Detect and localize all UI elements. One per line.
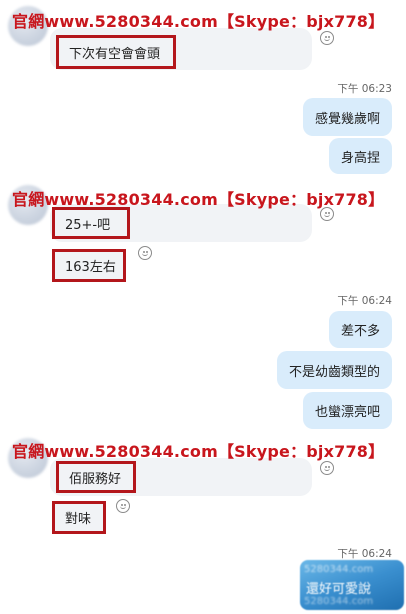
ghost-text: 5280344.com [304, 564, 374, 575]
smile-icon[interactable] [320, 31, 334, 45]
outgoing-message-blurred[interactable]: 5280344.com 還好可愛說 5280344.com [300, 560, 404, 610]
timestamp: 下午 06:24 [337, 548, 392, 560]
outgoing-message-text: 還好可愛說 [306, 582, 372, 597]
timestamp: 下午 06:23 [337, 83, 392, 95]
ghost-text: 5280344.com [304, 596, 374, 607]
smile-icon[interactable] [320, 461, 334, 475]
incoming-message[interactable]: 163左右 [52, 249, 126, 282]
watermark-text: 官網www.5280344.com【Skype：bjx778】 [12, 190, 385, 209]
incoming-message[interactable]: 25+-吧 [52, 207, 130, 239]
outgoing-message[interactable]: 不是幼齒類型的 [276, 351, 392, 389]
outgoing-message[interactable]: 身高捏 [328, 138, 392, 174]
smile-icon[interactable] [138, 246, 152, 260]
incoming-message[interactable]: 對味 [52, 501, 106, 534]
incoming-message[interactable]: 佰服務好 [56, 461, 136, 493]
outgoing-message[interactable]: 也蠻漂亮吧 [302, 392, 392, 429]
watermark-text: 官網www.5280344.com【Skype：bjx778】 [12, 12, 385, 31]
timestamp: 下午 06:24 [337, 295, 392, 307]
smile-icon[interactable] [116, 499, 130, 513]
incoming-message[interactable]: 下次有空會會頭 [56, 35, 176, 69]
outgoing-message[interactable]: 差不多 [328, 311, 392, 348]
watermark-text: 官網www.5280344.com【Skype：bjx778】 [12, 442, 385, 461]
outgoing-message[interactable]: 感覺幾歲啊 [302, 98, 392, 136]
